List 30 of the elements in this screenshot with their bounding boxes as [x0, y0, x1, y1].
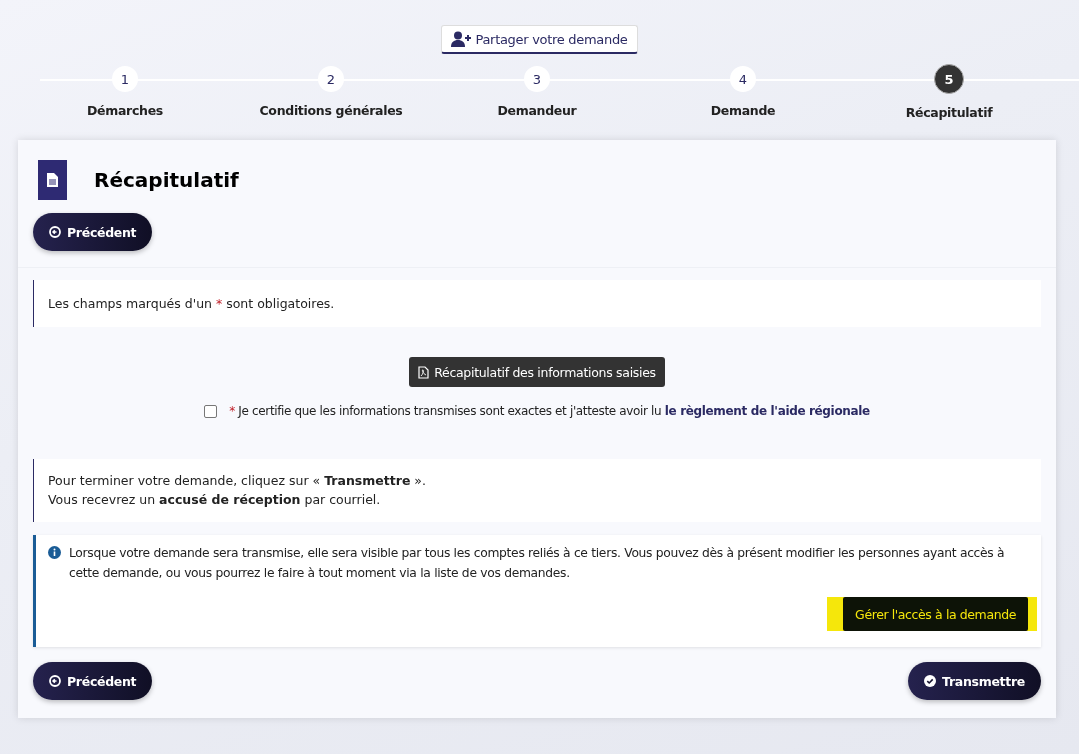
step-circle[interactable]: 4 — [730, 66, 756, 92]
step-circle[interactable]: 2 — [318, 66, 344, 92]
page-title: Récapitulatif — [94, 168, 239, 192]
manage-access-button[interactable]: Gérer l'accès à la demande — [843, 597, 1028, 631]
check-circle-icon — [924, 675, 937, 687]
step-circle[interactable]: 1 — [112, 66, 138, 92]
pdf-file-icon — [418, 365, 430, 379]
step-label: Demande — [710, 103, 776, 118]
step-circle[interactable]: 5 — [934, 64, 964, 94]
share-button[interactable]: Partager votre demande — [441, 25, 638, 54]
add-user-icon — [451, 31, 472, 47]
submit-button[interactable]: Transmettre — [908, 662, 1041, 700]
back-circle-icon — [49, 675, 61, 687]
certify-checkbox[interactable] — [204, 404, 218, 418]
info-icon — [48, 546, 61, 559]
previous-button[interactable]: Précédent — [33, 662, 153, 700]
step-label: Demandeur — [497, 103, 577, 118]
step-label: Récapitulatif — [905, 105, 993, 120]
back-circle-icon — [49, 226, 61, 238]
finish-instructions: Pour terminer votre demande, cliquez sur « Transmettre ». Vous recevrez un accusé de réception par courriel. — [48, 473, 426, 507]
regulation-link[interactable]: le règlement de l'aide régionale — [664, 404, 870, 418]
info-message: Lorsque votre demande sera transmise, elle sera visible par tous les comptes reliés à ce tiers. Vous pouvez dès à présent modifier les personnes ayant accès à cette demande, ou vous pourrez le faire à tout moment via la liste de vos demandes. — [69, 545, 1006, 582]
required-fields-notice: Les champs marqués d'un * sont obligatoires. — [48, 296, 335, 311]
document-icon — [38, 160, 67, 200]
certify-statement: * Je certifie que les informations transmises sont exactes et j'atteste avoir lu le règlement de l'aide régionale — [229, 404, 870, 418]
previous-button[interactable]: Précédent — [33, 213, 153, 251]
step-label: Conditions générales — [259, 103, 403, 118]
step-label: Démarches — [87, 103, 163, 118]
step-circle[interactable]: 3 — [524, 66, 550, 92]
summary-pdf-button[interactable]: Récapitulatif des informations saisies — [409, 357, 665, 387]
